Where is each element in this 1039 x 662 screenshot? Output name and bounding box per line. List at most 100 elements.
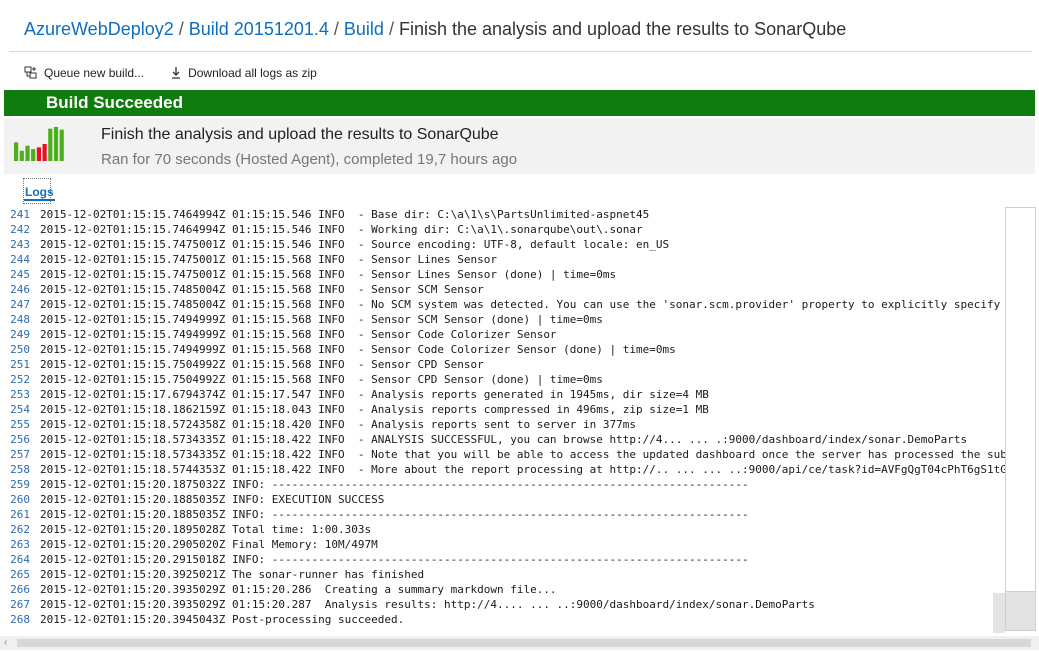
log-line: 261 2015-12-02T01:15:20.1885035Z INFO: --… bbox=[0, 507, 1036, 522]
log-line: 250 2015-12-02T01:15:15.7494999Z 01:15:15… bbox=[0, 342, 1036, 357]
log-line: 263 2015-12-02T01:15:20.2905020Z Final Me… bbox=[0, 537, 1036, 552]
log-line-number: 258 bbox=[10, 463, 30, 476]
build-history-bar[interactable] bbox=[25, 145, 30, 161]
scroll-left-icon[interactable]: ‹ bbox=[4, 636, 14, 650]
task-title: Finish the analysis and upload the resul… bbox=[101, 126, 499, 143]
log-line-number: 254 bbox=[10, 403, 30, 416]
log-line: 249 2015-12-02T01:15:15.7494999Z 01:15:15… bbox=[0, 327, 1036, 342]
build-history-bar[interactable] bbox=[31, 149, 36, 161]
breadcrumb-item-project[interactable]: AzureWebDeploy2 bbox=[24, 19, 174, 39]
log-line-text: 2015-12-02T01:15:20.1885035Z INFO: -----… bbox=[40, 508, 749, 521]
build-history-bar[interactable] bbox=[14, 142, 19, 161]
header-divider bbox=[9, 51, 1032, 52]
log-line-number: 250 bbox=[10, 343, 30, 356]
log-line-number: 253 bbox=[10, 388, 30, 401]
log-line: 257 2015-12-02T01:15:18.5734335Z 01:15:18… bbox=[0, 447, 1036, 462]
log-line-number: 242 bbox=[10, 223, 30, 236]
log-line-text: 2015-12-02T01:15:15.7485004Z 01:15:15.56… bbox=[40, 298, 1027, 311]
log-viewer[interactable]: 241 2015-12-02T01:15:15.7464994Z 01:15:15… bbox=[0, 207, 1036, 627]
breadcrumb-separator: / bbox=[333, 19, 339, 39]
build-history-chart bbox=[14, 127, 64, 161]
log-line-number: 268 bbox=[10, 613, 30, 626]
build-history-bar[interactable] bbox=[48, 128, 53, 161]
log-line: 265 2015-12-02T01:15:20.3925021Z The sona… bbox=[0, 567, 1036, 582]
log-line: 241 2015-12-02T01:15:15.7464994Z 01:15:15… bbox=[0, 207, 1036, 222]
log-line: 251 2015-12-02T01:15:15.7504992Z 01:15:15… bbox=[0, 357, 1036, 372]
log-line: 247 2015-12-02T01:15:15.7485004Z 01:15:15… bbox=[0, 297, 1036, 312]
log-line-text: 2015-12-02T01:15:15.7475001Z 01:15:15.56… bbox=[40, 268, 617, 281]
log-line-text: 2015-12-02T01:15:15.7485004Z 01:15:15.56… bbox=[40, 283, 484, 296]
log-line-number: 248 bbox=[10, 313, 30, 326]
log-line-text: 2015-12-02T01:15:20.1895028Z Total time:… bbox=[40, 523, 372, 536]
breadcrumb-current: Finish the analysis and upload the resul… bbox=[398, 19, 847, 39]
build-status-banner: Build Succeeded bbox=[4, 90, 1035, 116]
log-line-number: 249 bbox=[10, 328, 30, 341]
log-line-text: 2015-12-02T01:15:20.1885035Z INFO: EXECU… bbox=[40, 493, 385, 506]
vertical-scrollbar-thumb[interactable] bbox=[1006, 591, 1035, 630]
build-history-bar[interactable] bbox=[36, 147, 41, 161]
log-line-number: 265 bbox=[10, 568, 30, 581]
queue-new-build-button[interactable]: Queue new build... bbox=[24, 66, 144, 80]
build-history-bar[interactable] bbox=[42, 144, 47, 161]
download-logs-button[interactable]: Download all logs as zip bbox=[170, 66, 317, 80]
log-line-text: 2015-12-02T01:15:18.5744353Z 01:15:18.42… bbox=[40, 463, 1014, 476]
log-line-text: 2015-12-02T01:15:20.2905020Z Final Memor… bbox=[40, 538, 378, 551]
log-line: 246 2015-12-02T01:15:15.7485004Z 01:15:15… bbox=[0, 282, 1036, 297]
log-line-number: 267 bbox=[10, 598, 30, 611]
build-history-bar[interactable] bbox=[19, 150, 24, 161]
horizontal-scrollbar-thumb[interactable] bbox=[17, 639, 1031, 647]
breadcrumb-item-build[interactable]: Build bbox=[344, 19, 384, 39]
horizontal-scrollbar[interactable]: ‹ bbox=[0, 636, 1039, 650]
log-line: 245 2015-12-02T01:15:15.7475001Z 01:15:15… bbox=[0, 267, 1036, 282]
log-line-text: 2015-12-02T01:15:17.6794374Z 01:15:17.54… bbox=[40, 388, 709, 401]
log-line-text: 2015-12-02T01:15:18.5724358Z 01:15:18.42… bbox=[40, 418, 637, 431]
log-line-number: 255 bbox=[10, 418, 30, 431]
log-line: 255 2015-12-02T01:15:18.5724358Z 01:15:18… bbox=[0, 417, 1036, 432]
log-line: 252 2015-12-02T01:15:15.7504992Z 01:15:15… bbox=[0, 372, 1036, 387]
task-summary: Finish the analysis and upload the resul… bbox=[4, 118, 1035, 174]
log-line-text: 2015-12-02T01:15:20.2915018Z INFO: -----… bbox=[40, 553, 749, 566]
log-line-text: 2015-12-02T01:15:18.1862159Z 01:15:18.04… bbox=[40, 403, 709, 416]
log-line-text: 2015-12-02T01:15:15.7494999Z 01:15:15.56… bbox=[40, 328, 557, 341]
log-line-number: 256 bbox=[10, 433, 30, 446]
log-line: 262 2015-12-02T01:15:20.1895028Z Total ti… bbox=[0, 522, 1036, 537]
build-history-bar[interactable] bbox=[53, 127, 59, 161]
log-line-text: 2015-12-02T01:15:15.7494999Z 01:15:15.56… bbox=[40, 313, 603, 326]
log-line: 267 2015-12-02T01:15:20.3935029Z 01:15:20… bbox=[0, 597, 1036, 612]
log-line: 266 2015-12-02T01:15:20.3935029Z 01:15:20… bbox=[0, 582, 1036, 597]
breadcrumb-separator: / bbox=[178, 19, 184, 39]
tab-logs[interactable]: Logs bbox=[24, 182, 55, 201]
build-history-bar[interactable] bbox=[59, 129, 64, 161]
download-icon bbox=[172, 67, 181, 79]
log-line-number: 246 bbox=[10, 283, 30, 296]
log-line-number: 241 bbox=[10, 208, 30, 221]
log-line: 254 2015-12-02T01:15:18.1862159Z 01:15:18… bbox=[0, 402, 1036, 417]
log-line-text: 2015-12-02T01:15:20.3925021Z The sonar-r… bbox=[40, 568, 425, 581]
log-line: 256 2015-12-02T01:15:18.5734335Z 01:15:18… bbox=[0, 432, 1036, 447]
log-line-number: 245 bbox=[10, 268, 30, 281]
log-line: 258 2015-12-02T01:15:18.5744353Z 01:15:18… bbox=[0, 462, 1036, 477]
task-subtitle: Ran for 70 seconds (Hosted Agent), compl… bbox=[101, 151, 518, 168]
log-line-text: 2015-12-02T01:15:18.5734335Z 01:15:18.42… bbox=[40, 448, 1027, 461]
log-line-number: 260 bbox=[10, 493, 30, 506]
log-line: 260 2015-12-02T01:15:20.1885035Z INFO: EX… bbox=[0, 492, 1036, 507]
log-line-number: 247 bbox=[10, 298, 30, 311]
log-line-text: 2015-12-02T01:15:20.3935029Z 01:15:20.28… bbox=[40, 598, 815, 611]
log-line-text: 2015-12-02T01:15:15.7464994Z 01:15:15.54… bbox=[40, 223, 643, 236]
log-line: 248 2015-12-02T01:15:15.7494999Z 01:15:15… bbox=[0, 312, 1036, 327]
log-line-number: 262 bbox=[10, 523, 30, 536]
log-line: 244 2015-12-02T01:15:15.7475001Z 01:15:15… bbox=[0, 252, 1036, 267]
log-line-text: 2015-12-02T01:15:15.7504992Z 01:15:15.56… bbox=[40, 358, 484, 371]
log-line-text: 2015-12-02T01:15:15.7464994Z 01:15:15.54… bbox=[40, 208, 650, 221]
log-line-text: 2015-12-02T01:15:15.7475001Z 01:15:15.54… bbox=[40, 238, 670, 251]
log-line-number: 259 bbox=[10, 478, 30, 491]
breadcrumb-item-build-number[interactable]: Build 20151201.4 bbox=[189, 19, 329, 39]
log-line-number: 251 bbox=[10, 358, 30, 371]
log-line: 243 2015-12-02T01:15:15.7475001Z 01:15:15… bbox=[0, 237, 1036, 252]
breadcrumb-separator: / bbox=[388, 19, 394, 39]
log-line-number: 263 bbox=[10, 538, 30, 551]
log-line-number: 243 bbox=[10, 238, 30, 251]
breadcrumb: AzureWebDeploy2/Build 20151201.4/Build / F… bbox=[24, 19, 846, 45]
log-line-number: 252 bbox=[10, 373, 30, 386]
vertical-scrollbar[interactable] bbox=[1005, 207, 1036, 631]
